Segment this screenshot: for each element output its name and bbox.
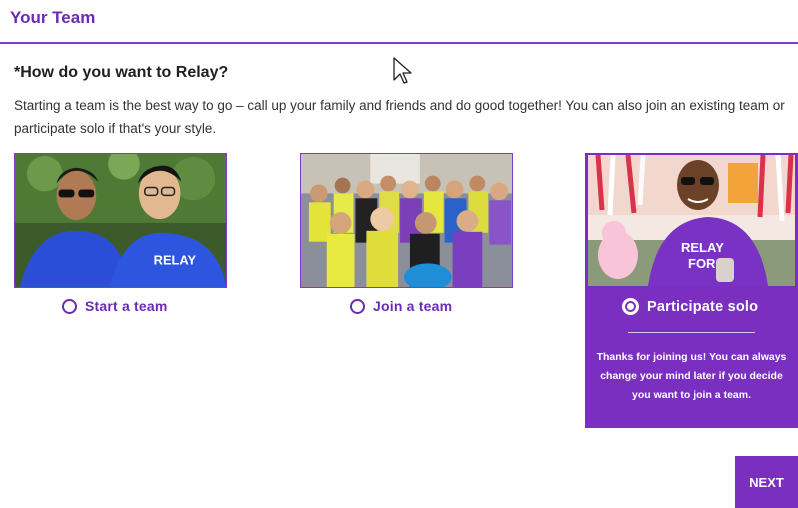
join-team-photo[interactable] (300, 153, 513, 288)
radio-unchecked-icon[interactable] (350, 298, 365, 314)
solo-shirt-text-2: FOR (688, 256, 716, 271)
start-team-label[interactable]: Start a team (85, 298, 168, 314)
solo-divider (628, 332, 755, 333)
page-title: Your Team (10, 8, 96, 27)
participate-solo-radio[interactable]: Participate solo (622, 298, 758, 315)
radio-unchecked-icon[interactable] (62, 298, 77, 314)
participate-solo-label[interactable]: Participate solo (647, 299, 758, 315)
join-team-radio[interactable]: Join a team (350, 298, 452, 314)
relay-question: *How do you want to Relay? (14, 64, 229, 81)
radio-checked-icon[interactable] (622, 298, 639, 315)
relay-description: Starting a team is the best way to go – … (14, 98, 785, 136)
solo-note: Thanks for joining us! You can always ch… (596, 351, 787, 401)
start-team-radio[interactable]: Start a team (62, 298, 168, 314)
header-divider (0, 42, 798, 44)
start-team-photo[interactable]: RELAY (14, 153, 227, 288)
option-participate-solo[interactable]: RELAY FOR Participate solo Thanks for jo… (585, 153, 798, 428)
solo-shirt-text-1: RELAY (681, 240, 724, 255)
join-team-label[interactable]: Join a team (373, 298, 452, 314)
participate-solo-photo[interactable]: RELAY FOR (588, 155, 795, 286)
next-button[interactable]: NEXT (735, 456, 798, 508)
mouse-cursor-icon (392, 56, 414, 91)
shirt-text: RELAY (154, 252, 197, 267)
